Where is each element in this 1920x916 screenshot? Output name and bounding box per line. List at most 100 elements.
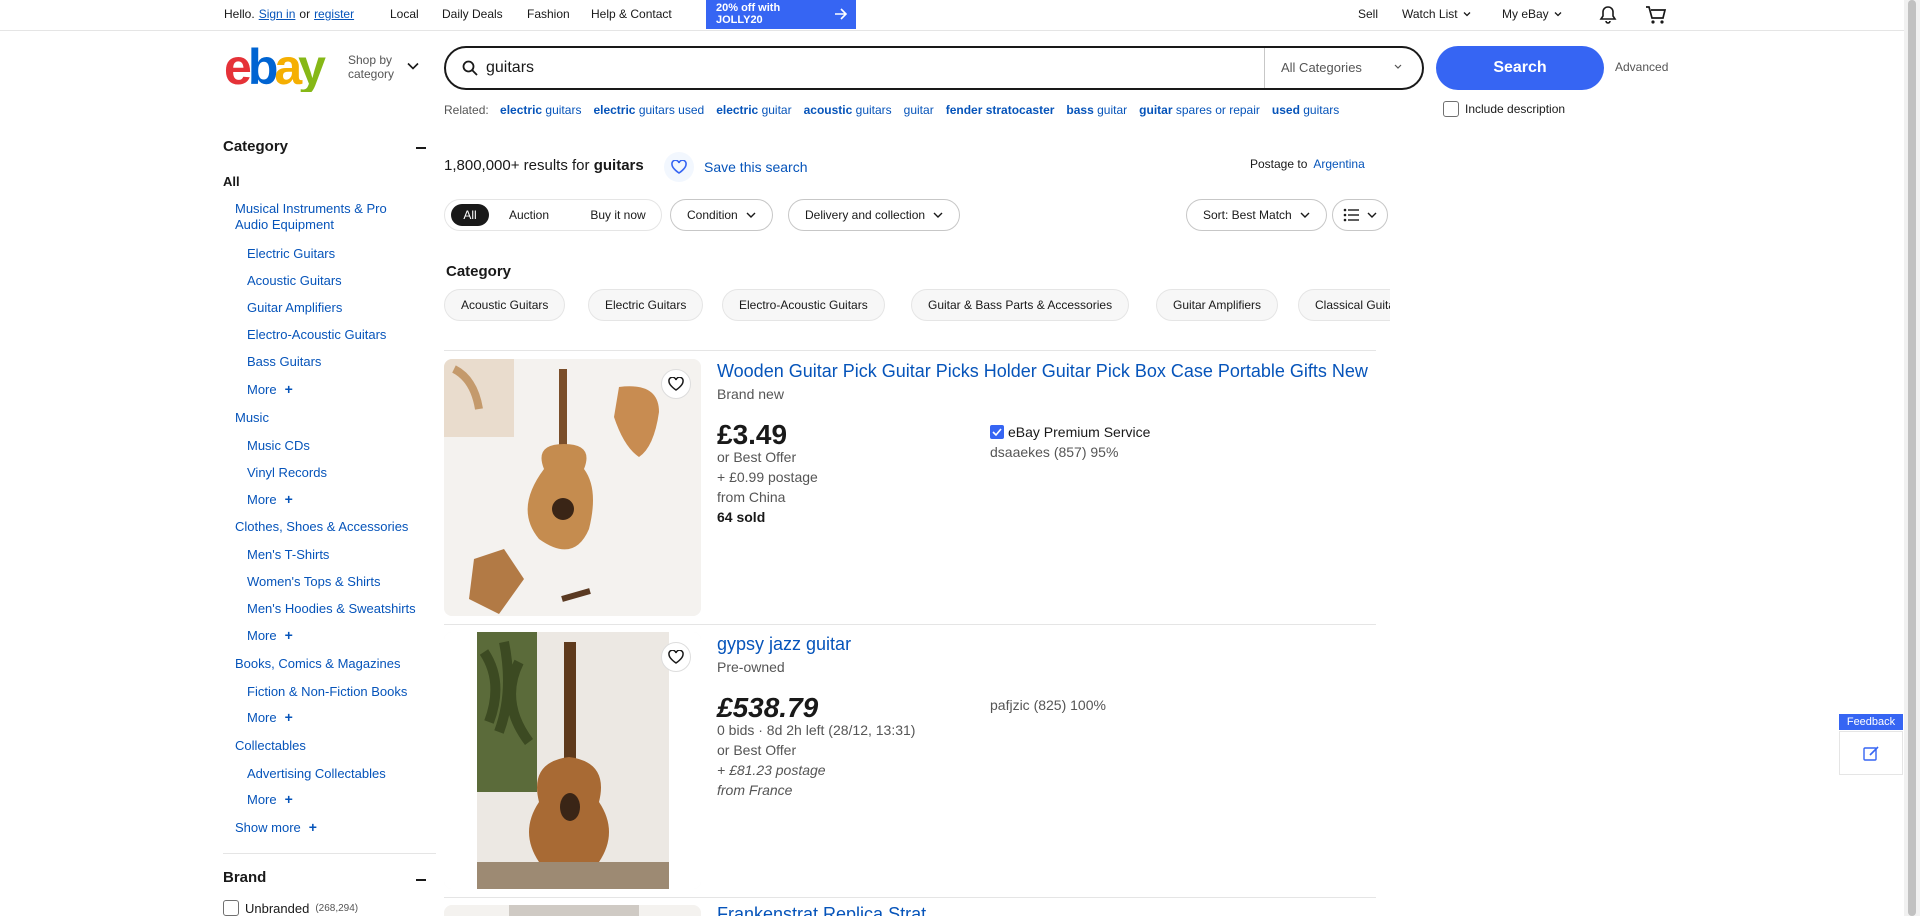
chip-electric-guitars[interactable]: Electric Guitars [588,289,704,321]
chip-acoustic-guitars[interactable]: Acoustic Guitars [444,289,566,321]
collapse-icon[interactable] [416,147,426,149]
more-button[interactable]: More + [247,381,293,397]
arrow-right-icon [835,8,848,20]
related-search-text: guitar [903,103,934,117]
category-mens-tshirts[interactable]: Men's T-Shirts [247,547,329,562]
more-button[interactable]: More + [247,791,293,807]
sort-label: Sort: Best Match [1203,208,1292,222]
search-button[interactable]: Search [1436,46,1604,90]
category-mens-hoodies[interactable]: Men's Hoodies & Sweatshirts [247,601,416,616]
listing-condition: Pre-owned [717,659,785,675]
feedback-button[interactable] [1839,731,1903,775]
sell-link[interactable]: Sell [1358,7,1378,21]
related-search-link[interactable]: electric guitar [716,103,791,117]
search-input[interactable] [486,56,1266,80]
advanced-search-link[interactable]: Advanced [1615,60,1668,74]
more-button[interactable]: More + [247,627,293,643]
category-vinyl-records[interactable]: Vinyl Records [247,465,327,480]
daily-deals-link[interactable]: Daily Deals [442,7,503,21]
tab-auction[interactable]: Auction [499,204,559,226]
condition-filter[interactable]: Condition [670,199,773,231]
checkbox[interactable] [223,900,239,916]
cart-icon[interactable] [1645,5,1667,25]
checkbox[interactable] [1443,101,1459,117]
chevron-down-icon[interactable] [407,61,419,71]
category-music[interactable]: Music [235,410,269,426]
my-ebay-menu[interactable]: My eBay [1502,7,1563,21]
tab-buy-it-now[interactable]: Buy it now [583,204,653,226]
ebay-logo[interactable]: ebay [224,44,342,92]
page-scrollbar[interactable] [1904,0,1920,916]
category-womens-tops[interactable]: Women's Tops & Shirts [247,574,381,589]
category-advertising-collectables[interactable]: Advertising Collectables [247,766,386,781]
category-select[interactable]: All Categories [1264,48,1422,88]
related-search-link[interactable]: fender stratocaster [946,103,1055,117]
feedback-label[interactable]: Feedback [1839,714,1903,730]
help-contact-link[interactable]: Help & Contact [591,7,672,21]
related-search-link[interactable]: guitar [904,103,934,117]
watch-button[interactable] [661,642,691,672]
category-guitar-amplifiers[interactable]: Guitar Amplifiers [247,300,342,315]
category-electro-acoustic-guitars[interactable]: Electro-Acoustic Guitars [247,327,386,342]
category-collectables[interactable]: Collectables [235,738,306,754]
brand-count: (268,294) [315,902,359,914]
category-all[interactable]: All [223,174,240,189]
register-link[interactable]: register [314,7,354,21]
related-search-link[interactable]: electric guitars [500,103,581,117]
include-description-checkbox[interactable]: Include description [1443,101,1565,117]
listing-title[interactable]: gypsy jazz guitar [717,634,851,655]
watch-list-menu[interactable]: Watch List [1402,7,1472,21]
category-books[interactable]: Books, Comics & Magazines [235,656,400,672]
view-toggle[interactable] [1332,199,1388,231]
chip-guitar-bass-parts[interactable]: Guitar & Bass Parts & Accessories [911,289,1130,321]
chevron-down-icon [1463,12,1471,17]
bell-icon[interactable] [1598,5,1618,25]
or-text: or [299,7,311,21]
hello-text: Hello. [224,7,255,21]
brand-unbranded[interactable]: Unbranded (268,294) [223,900,358,916]
sort-dropdown[interactable]: Sort: Best Match [1186,199,1327,231]
country-link[interactable]: Argentina [1313,157,1364,171]
chip-guitar-amplifiers[interactable]: Guitar Amplifiers [1156,289,1279,321]
category-bass-guitars[interactable]: Bass Guitars [247,354,321,369]
related-search-text: guitars [545,103,582,117]
tab-all[interactable]: All [451,204,489,226]
sign-in-link[interactable]: Sign in [259,7,296,21]
category-chips-label: Category [446,263,512,280]
scrollbar-thumb[interactable] [1908,0,1916,916]
related-search-link[interactable]: electric guitars used [593,103,704,117]
watch-button[interactable] [661,369,691,399]
related-searches: Related: electric guitars electric guitar… [444,103,1592,119]
category-fiction-books[interactable]: Fiction & Non-Fiction Books [247,684,407,699]
category-electric-guitars[interactable]: Electric Guitars [247,246,335,261]
show-more-button[interactable]: Show more + [235,819,317,835]
category-musical-instruments[interactable]: Musical Instruments & Pro Audio Equipmen… [235,201,415,233]
shop-by-category[interactable]: Shop by category [348,53,394,81]
category-music-cds[interactable]: Music CDs [247,438,310,453]
save-search-button[interactable]: Save this search [664,152,808,182]
related-search-link[interactable]: used guitars [1272,103,1339,117]
chip-electro-acoustic-guitars[interactable]: Electro-Acoustic Guitars [722,289,885,321]
plus-icon: + [284,381,293,397]
related-search-link[interactable]: acoustic guitars [804,103,892,117]
category-clothes[interactable]: Clothes, Shoes & Accessories [235,519,408,535]
delivery-filter[interactable]: Delivery and collection [788,199,961,231]
related-search-text: guitars used [638,103,705,117]
more-label: More [247,381,277,397]
local-link[interactable]: Local [390,7,419,21]
listing-image[interactable] [444,359,701,616]
more-button[interactable]: More + [247,709,293,725]
collapse-icon[interactable] [416,879,426,881]
listing-image[interactable] [444,905,701,916]
listing-image[interactable] [444,632,701,889]
feedback-edit-icon [1863,746,1879,761]
more-button[interactable]: More + [247,491,293,507]
listing-title[interactable]: Wooden Guitar Pick Guitar Picks Holder G… [717,361,1368,382]
related-search-link[interactable]: guitar spares or repair [1139,103,1260,117]
chip-classical-guitars[interactable]: Classical Guitars [1298,289,1390,321]
related-search-link[interactable]: bass guitar [1066,103,1127,117]
fashion-link[interactable]: Fashion [527,7,570,21]
promo-banner[interactable]: 20% off with JOLLY20 [706,0,856,29]
listing-title[interactable]: Frankenstrat Replica Strat [717,905,926,916]
category-acoustic-guitars[interactable]: Acoustic Guitars [247,273,342,288]
